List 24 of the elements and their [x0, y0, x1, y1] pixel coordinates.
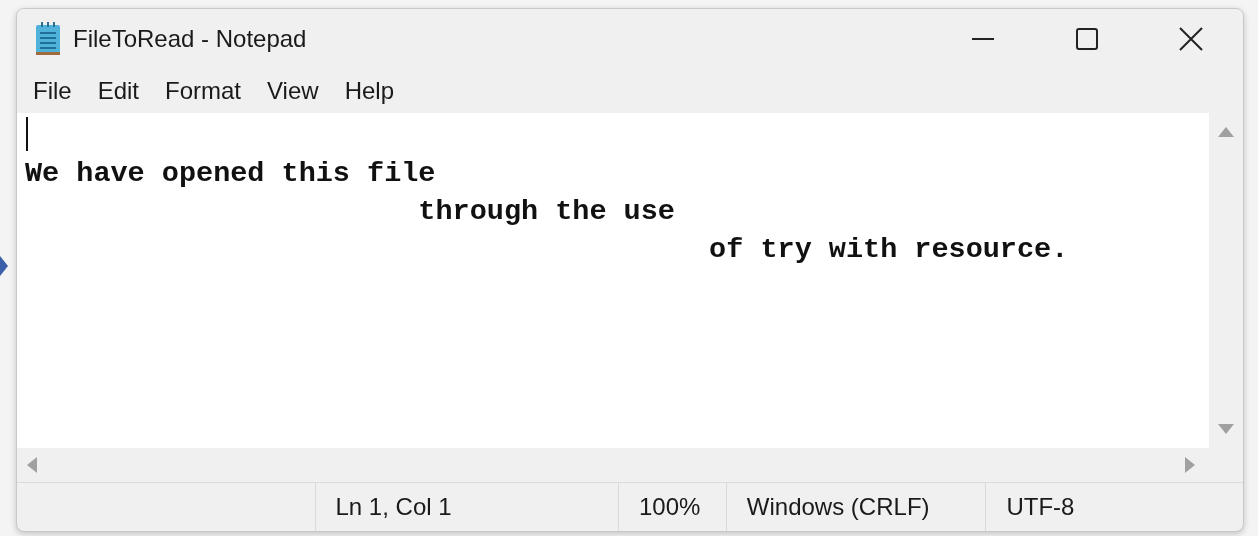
close-icon	[1179, 27, 1203, 51]
scroll-right-icon	[1185, 457, 1195, 473]
status-text: Windows (CRLF)	[746, 493, 930, 521]
text-line: through the use	[417, 195, 675, 228]
status-text: UTF-8	[1006, 493, 1075, 521]
scroll-down-icon	[1218, 424, 1234, 434]
scroll-up-icon	[1218, 127, 1234, 137]
scroll-left-icon	[27, 457, 37, 473]
status-text: 100%	[639, 493, 701, 521]
window-title: FileToRead - Notepad	[73, 25, 308, 53]
text-editor[interactable]: We have opened this file through the use of try with resource.	[17, 113, 1209, 448]
notepad-icon	[35, 22, 61, 56]
menu-item[interactable]: Format	[155, 73, 252, 109]
menu-item[interactable]: Edit	[87, 73, 150, 109]
text-line: of try with resource.	[708, 233, 1069, 266]
arrow-icon	[0, 256, 8, 276]
menu-item[interactable]: View	[257, 73, 329, 109]
text-caret	[26, 117, 28, 151]
status-text: Ln 1, Col 1	[335, 493, 452, 521]
maximize-icon	[1076, 28, 1098, 50]
menu-item[interactable]: File	[23, 73, 82, 109]
text-line: We have opened this file	[25, 157, 436, 190]
minimize-icon	[972, 38, 994, 40]
menu-item[interactable]: Help	[334, 73, 404, 109]
